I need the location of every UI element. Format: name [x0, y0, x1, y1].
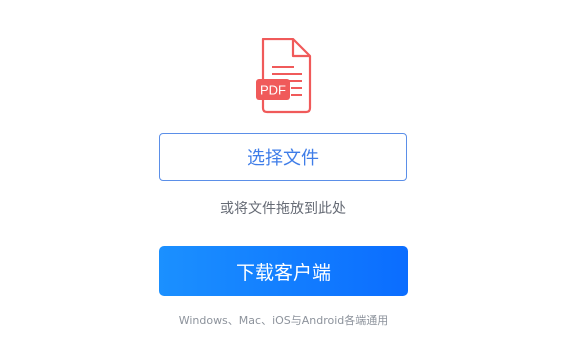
select-file-button[interactable]: 选择文件 — [159, 133, 407, 181]
download-client-button[interactable]: 下载客户端 — [159, 246, 408, 296]
upload-panel: PDF 选择文件 或将文件拖放到此处 下载客户端 Windows、Mac、iOS… — [0, 0, 563, 358]
drop-hint-text: 或将文件拖放到此处 — [220, 201, 346, 217]
platform-support-note: Windows、Mac、iOS与Android各端通用 — [178, 314, 389, 327]
pdf-file-icon: PDF — [255, 37, 315, 114]
pdf-badge-text: PDF — [260, 83, 286, 98]
